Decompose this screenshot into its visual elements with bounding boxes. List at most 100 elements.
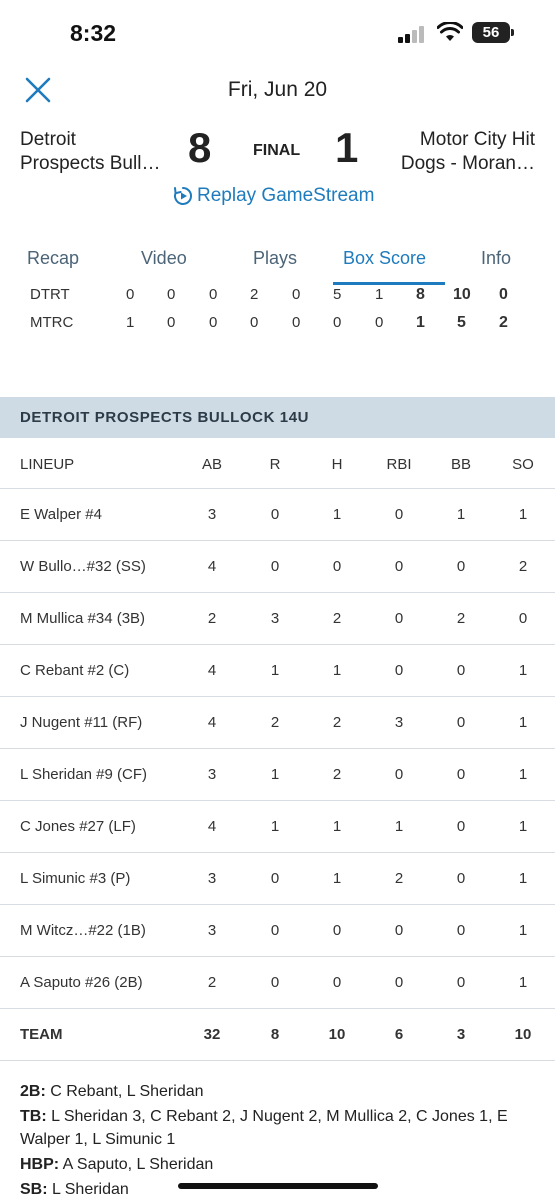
total-ab: 32 (203, 1026, 221, 1043)
stat-so: 1 (518, 922, 528, 939)
stat-rbi: 3 (394, 714, 404, 731)
stat-so: 1 (518, 714, 528, 731)
total-r: 8 (270, 1026, 280, 1043)
player-row[interactable]: M Witcz…#22 (1B) 3 0 0 0 0 1 (0, 905, 555, 957)
tab-info[interactable]: Info (481, 248, 511, 269)
total-rbi: 6 (394, 1026, 404, 1043)
player-row[interactable]: W Bullo…#32 (SS) 4 0 0 0 0 2 (0, 541, 555, 593)
player-row[interactable]: J Nugent #11 (RF) 4 2 2 3 0 1 (0, 697, 555, 749)
stat-bb: 0 (456, 818, 466, 835)
stat-ab: 4 (207, 662, 217, 679)
stat-bb: 0 (456, 870, 466, 887)
stat-bb: 0 (456, 714, 466, 731)
lineup-header-row: LINEUP AB R H RBI BB SO (0, 438, 555, 489)
linescore-inning: 5 (333, 286, 342, 303)
note-total-bases: TB: L Sheridan 3, C Rebant 2, J Nugent 2… (20, 1105, 540, 1151)
stat-bb: 0 (456, 974, 466, 991)
stat-r: 0 (270, 974, 280, 991)
player-name: L Sheridan #9 (CF) (20, 766, 148, 783)
total-bb: 3 (456, 1026, 466, 1043)
away-team-name-line2: Prospects Bull… (20, 153, 161, 174)
note-label: HBP: (20, 1156, 60, 1173)
home-team-name-line2: Dogs - Moran… (400, 153, 535, 174)
linescore-inning: 0 (250, 314, 259, 331)
linescore-inning: 2 (250, 286, 259, 303)
col-header-rbi: RBI (386, 456, 412, 473)
player-row[interactable]: A Saputo #26 (2B) 2 0 0 0 0 1 (0, 957, 555, 1009)
tab-plays[interactable]: Plays (253, 248, 297, 269)
note-text: A Saputo, L Sheridan (59, 1156, 214, 1173)
home-indicator[interactable] (178, 1183, 378, 1189)
tab-bar: Recap Video Plays Box Score Info (0, 238, 555, 286)
stat-so: 2 (518, 558, 528, 575)
stat-so: 1 (518, 974, 528, 991)
linescore-inning: 0 (292, 314, 301, 331)
player-row[interactable]: L Sheridan #9 (CF) 3 1 2 0 0 1 (0, 749, 555, 801)
replay-gamestream-button[interactable]: Replay GameStream (173, 183, 374, 209)
linescore-inning: 1 (126, 314, 135, 331)
linescore: DTRT 0 0 0 2 0 5 1 8 10 0 MTRC 1 0 0 0 0… (0, 284, 555, 340)
player-name: C Jones #27 (LF) (20, 818, 136, 835)
stat-so: 1 (518, 766, 528, 783)
tab-video[interactable]: Video (141, 248, 187, 269)
linescore-errors: 0 (499, 286, 508, 303)
stat-r: 0 (270, 558, 280, 575)
linescore-hits: 5 (457, 314, 466, 331)
linescore-inning: 0 (209, 286, 218, 303)
note-label: TB: (20, 1108, 47, 1125)
col-header-bb: BB (450, 456, 471, 473)
linescore-row-away: DTRT 0 0 0 2 0 5 1 8 10 0 (0, 284, 555, 312)
col-header-ab: AB (201, 456, 222, 473)
stat-r: 0 (270, 870, 280, 887)
stat-h: 2 (332, 714, 342, 731)
stat-h: 0 (332, 558, 342, 575)
stat-h: 2 (332, 610, 342, 627)
team-totals-row: TEAM 32 8 10 6 3 10 (0, 1009, 555, 1061)
player-row[interactable]: C Jones #27 (LF) 4 1 1 1 0 1 (0, 801, 555, 853)
stat-r: 2 (270, 714, 280, 731)
stat-r: 0 (270, 506, 280, 523)
player-name: C Rebant #2 (C) (20, 662, 130, 679)
stat-ab: 4 (207, 714, 217, 731)
stat-ab: 2 (207, 974, 217, 991)
tab-box-score[interactable]: Box Score (343, 248, 426, 269)
stat-r: 3 (270, 610, 280, 627)
col-header-so: SO (512, 456, 534, 473)
tab-recap[interactable]: Recap (27, 248, 79, 269)
player-name: M Mullica #34 (3B) (20, 610, 146, 627)
stat-h: 1 (332, 506, 342, 523)
col-header-h: H (331, 456, 343, 473)
stat-h: 0 (332, 922, 342, 939)
linescore-errors: 2 (499, 314, 508, 331)
stat-rbi: 1 (394, 818, 404, 835)
home-score: 1 (335, 124, 359, 171)
linescore-hits: 10 (453, 286, 471, 303)
player-row[interactable]: E Walper #4 3 0 1 0 1 1 (0, 489, 555, 541)
replay-label: Replay GameStream (197, 185, 375, 206)
away-team-name-line1: Detroit (20, 129, 76, 150)
home-team-name[interactable]: Motor City Hit Dogs - Moran… (375, 128, 535, 176)
total-so: 10 (514, 1026, 532, 1043)
player-row[interactable]: C Rebant #2 (C) 4 1 1 0 0 1 (0, 645, 555, 697)
note-label: SB: (20, 1181, 48, 1198)
linescore-runs: 8 (416, 286, 425, 303)
player-row[interactable]: L Simunic #3 (P) 3 0 1 2 0 1 (0, 853, 555, 905)
stat-bb: 0 (456, 922, 466, 939)
away-team-name[interactable]: Detroit Prospects Bull… (20, 128, 180, 176)
stat-bb: 1 (456, 506, 466, 523)
cellular-signal-icon (398, 25, 428, 43)
player-row[interactable]: M Mullica #34 (3B) 2 3 2 0 2 0 (0, 593, 555, 645)
note-label: 2B: (20, 1083, 46, 1100)
linescore-inning: 0 (209, 314, 218, 331)
status-time: 8:32 (70, 20, 117, 46)
note-doubles: 2B: C Rebant, L Sheridan (20, 1080, 540, 1103)
stat-ab: 2 (207, 610, 217, 627)
stat-ab: 3 (207, 922, 217, 939)
linescore-row-home: MTRC 1 0 0 0 0 0 0 1 5 2 (0, 312, 555, 340)
linescore-inning: 0 (333, 314, 342, 331)
note-stolen-bases: SB: L Sheridan (20, 1178, 540, 1200)
stat-so: 1 (518, 818, 528, 835)
linescore-inning: 1 (375, 286, 384, 303)
stat-rbi: 0 (394, 558, 404, 575)
stat-bb: 2 (456, 610, 466, 627)
